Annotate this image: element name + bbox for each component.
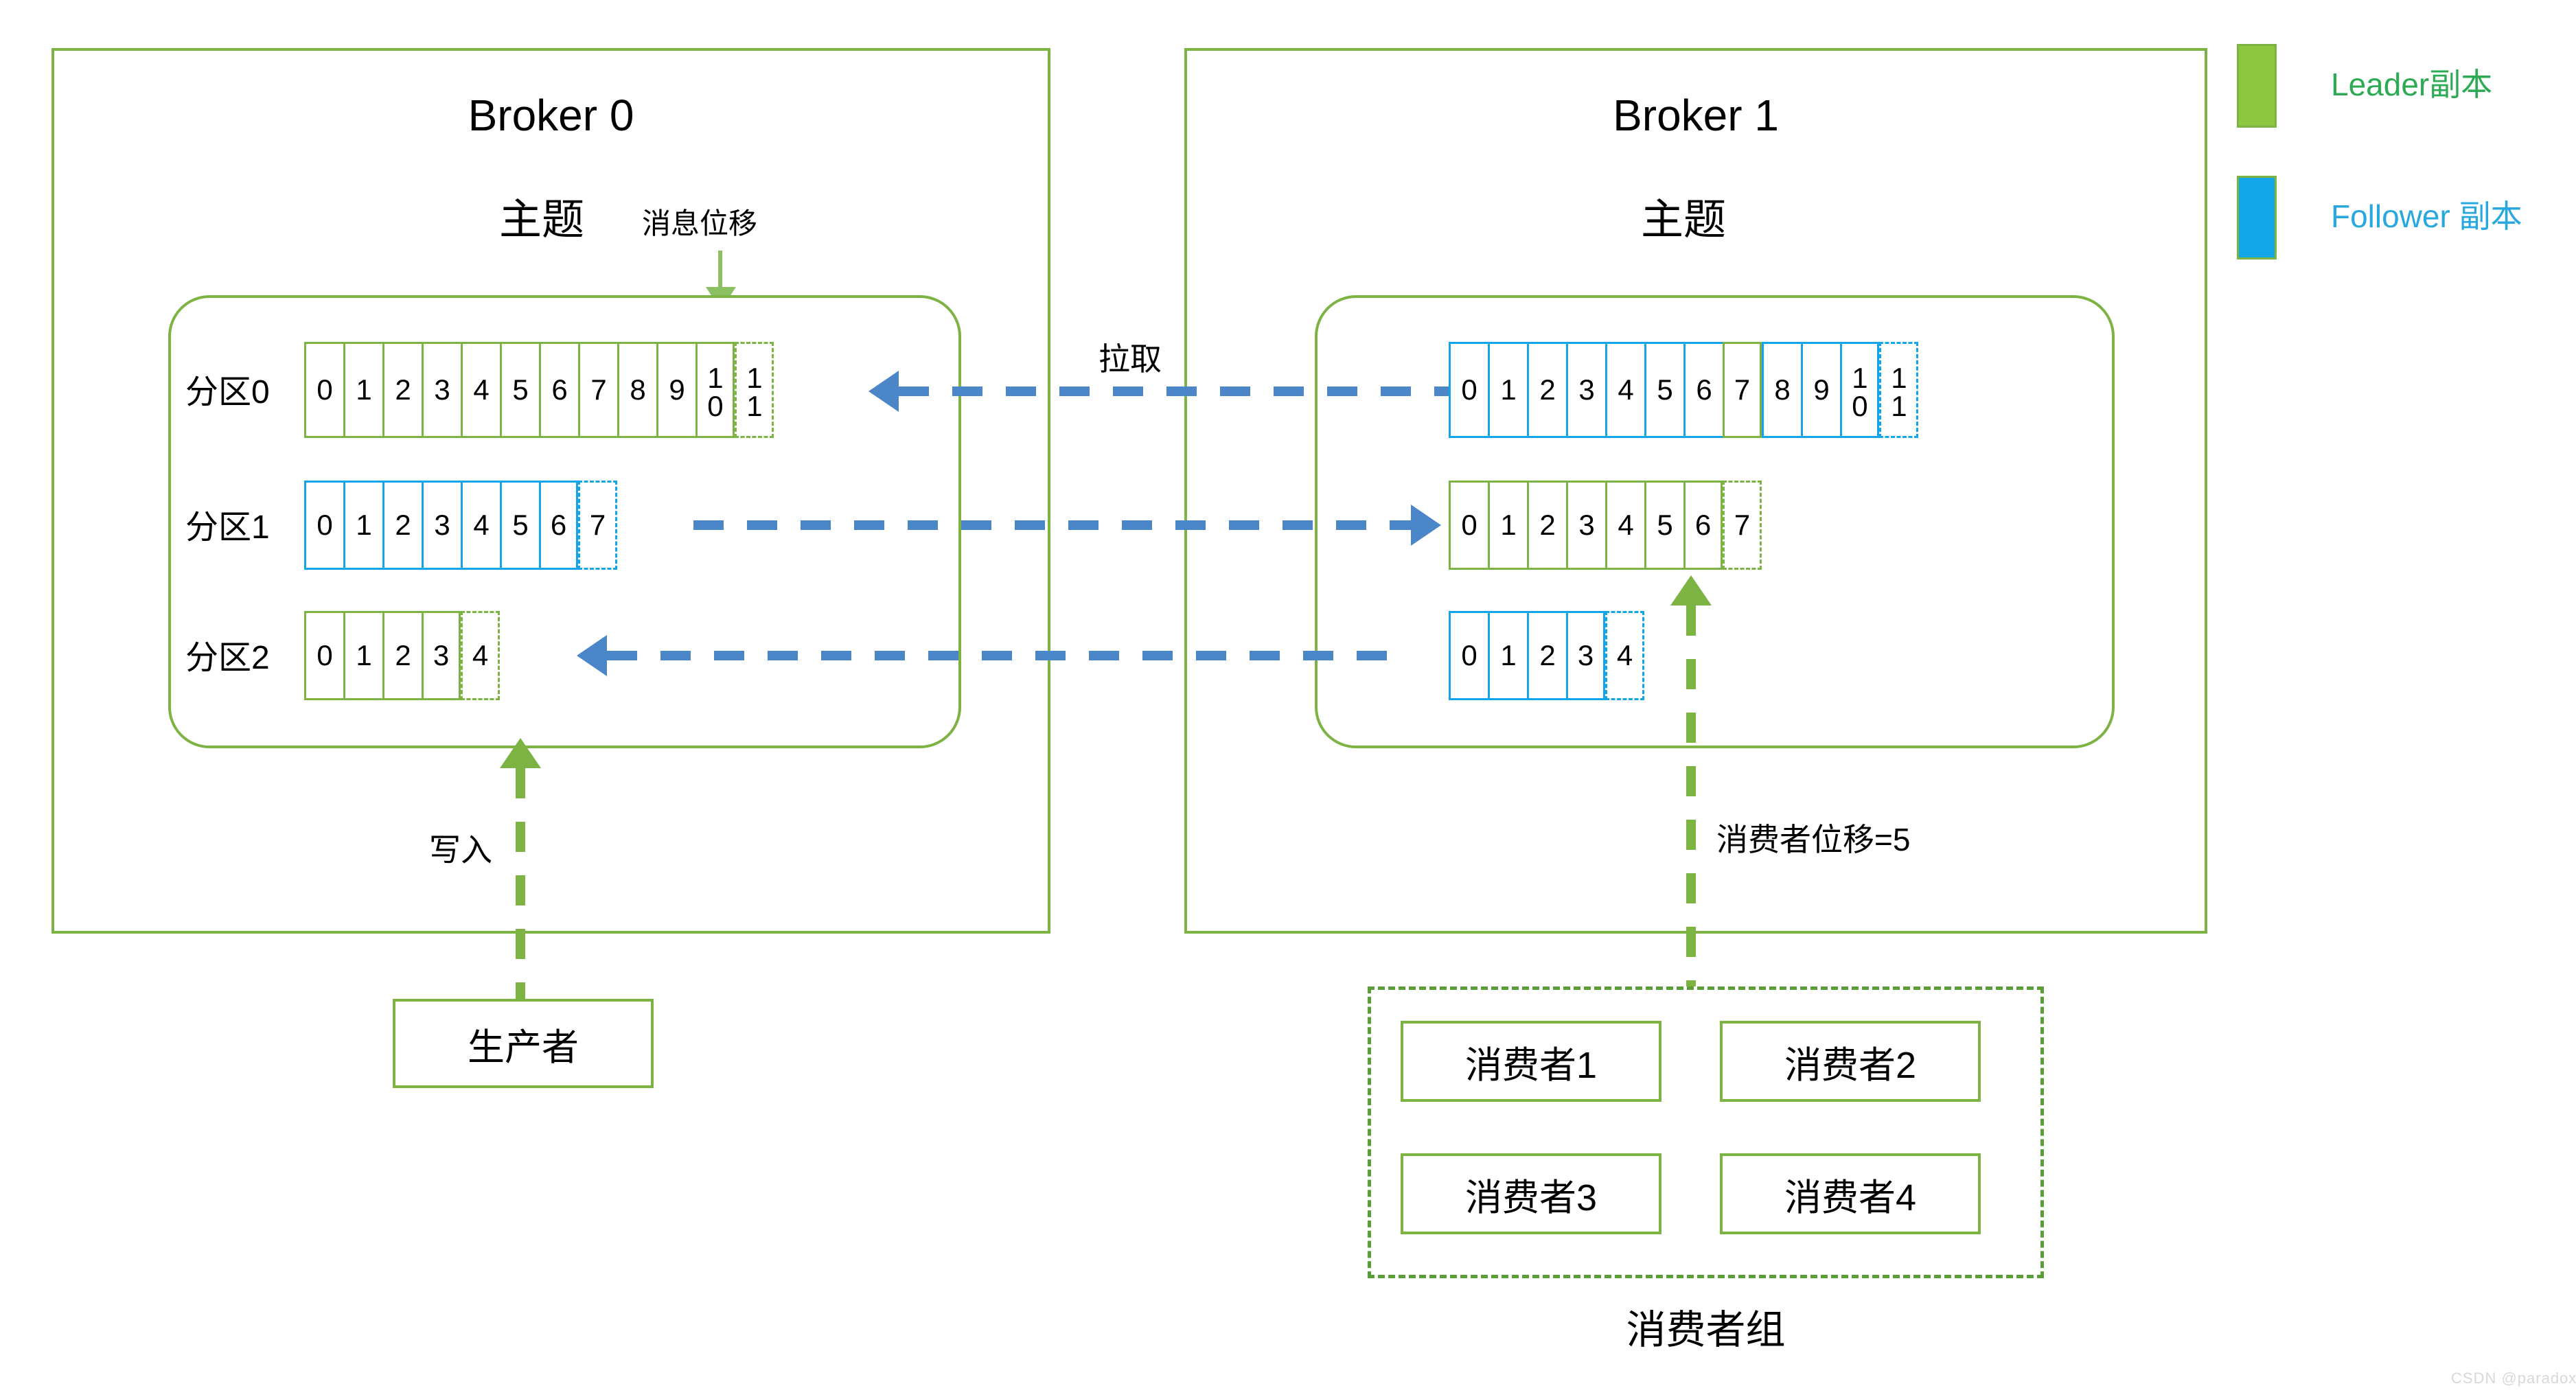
pull-arrow-line-p2 xyxy=(607,651,1410,660)
log-cell: 0 xyxy=(1449,481,1488,570)
consumer-group-caption: 消费者组 xyxy=(1626,1308,1786,1352)
consumer-offset-arrow-line xyxy=(1686,605,1696,986)
broker-0-title: Broker 0 xyxy=(468,91,634,140)
message-offset-pointer-line xyxy=(718,251,722,288)
log-cell: 6 xyxy=(1683,481,1723,570)
log-cell: 5 xyxy=(500,342,539,438)
log-cell-value: 10 xyxy=(1843,362,1876,418)
log-cell: 8 xyxy=(617,342,656,438)
broker-0-message-offset-label: 消息位移 xyxy=(642,207,758,240)
watermark: CSDN @paradoxxi xyxy=(2451,1370,2576,1387)
log-cell: 4 xyxy=(1605,481,1644,570)
broker-1-title: Broker 1 xyxy=(1613,91,1779,140)
log-cell: 3 xyxy=(422,611,461,700)
log-cell: 1 xyxy=(1488,342,1527,438)
log-cell: 5 xyxy=(1644,342,1683,438)
log-cell: 1 xyxy=(1488,481,1527,570)
log-cell: 7 xyxy=(578,342,617,438)
log-cell: 1 xyxy=(1488,611,1527,700)
log-cell: 2 xyxy=(382,611,422,700)
log-cell: 2 xyxy=(382,342,422,438)
log-cell: 6 xyxy=(539,481,578,570)
log-cell: 9 xyxy=(656,342,695,438)
log-cell-wrapped: 10 xyxy=(1840,342,1879,438)
log-cell: 4 xyxy=(1605,342,1644,438)
write-arrow-line xyxy=(516,768,525,1002)
pull-arrow-line-p0 xyxy=(899,386,1449,396)
log-cell: 1 xyxy=(343,611,382,700)
log-cell: 5 xyxy=(500,481,539,570)
consumer-offset-label: 消费者位移=5 xyxy=(1716,822,1911,857)
log-cell: 0 xyxy=(1449,342,1488,438)
log-cell-ghost: 4 xyxy=(1605,611,1644,700)
log-cell: 0 xyxy=(304,342,343,438)
broker-0-partition-0-label: 分区0 xyxy=(185,374,270,411)
log-cell: 6 xyxy=(539,342,578,438)
log-cell-wrapped: 10 xyxy=(695,342,735,438)
write-arrow-head xyxy=(500,738,541,768)
broker-0-topic-label: 主题 xyxy=(499,196,585,244)
log-cell-ghost-value: 11 xyxy=(738,362,771,418)
broker-1-partition-2-cells: 0 1 2 3 4 xyxy=(1449,611,1644,700)
log-cell: 4 xyxy=(461,481,500,570)
log-cell-highlighted: 7 xyxy=(1723,342,1762,438)
broker-0-partition-1-cells: 0 1 2 3 4 5 6 7 xyxy=(304,481,617,570)
broker-0-partition-0-cells: 0 1 2 3 4 5 6 7 8 9 10 11 xyxy=(304,342,774,438)
broker-1-partition-0-cells: 0 1 2 3 4 5 6 7 8 9 10 11 xyxy=(1449,342,1918,438)
broker-1-topic-label: 主题 xyxy=(1641,196,1727,244)
producer-box[interactable]: 生产者 xyxy=(393,999,654,1088)
pull-arrow-head-p0 xyxy=(869,371,899,412)
broker-1-partition-1-cells: 0 1 2 3 4 5 6 7 xyxy=(1449,481,1762,570)
log-cell-ghost: 4 xyxy=(461,611,500,700)
write-label: 写入 xyxy=(429,832,492,868)
log-cell: 2 xyxy=(382,481,422,570)
log-cell: 3 xyxy=(422,342,461,438)
legend-leader-label: Leader副本 xyxy=(2331,67,2493,102)
broker-0-partition-1-label: 分区1 xyxy=(185,509,270,546)
legend-follower-swatch xyxy=(2237,176,2277,259)
log-cell-ghost: 11 xyxy=(735,342,774,438)
pull-arrow-head-p2 xyxy=(577,635,607,676)
pull-arrow-line-p1 xyxy=(693,520,1411,530)
consumer-2-box[interactable]: 消费者2 xyxy=(1720,1021,1981,1102)
consumer-3-box[interactable]: 消费者3 xyxy=(1401,1153,1661,1234)
log-cell-ghost: 7 xyxy=(578,481,617,570)
pull-arrow-head-p1 xyxy=(1411,505,1441,546)
log-cell-ghost: 11 xyxy=(1879,342,1918,438)
log-cell: 2 xyxy=(1527,342,1566,438)
broker-0-partition-2-label: 分区2 xyxy=(185,640,270,676)
log-cell: 3 xyxy=(1566,481,1605,570)
log-cell: 9 xyxy=(1801,342,1840,438)
log-cell: 2 xyxy=(1527,611,1566,700)
log-cell-ghost: 7 xyxy=(1723,481,1762,570)
log-cell: 3 xyxy=(1566,342,1605,438)
diagram-canvas: Broker 0 主题 消息位移 分区0 0 1 2 3 4 5 6 7 8 9… xyxy=(0,0,2576,1397)
consumer-offset-arrow-head xyxy=(1670,575,1712,605)
log-cell: 1 xyxy=(343,481,382,570)
log-cell: 8 xyxy=(1762,342,1801,438)
log-cell: 3 xyxy=(422,481,461,570)
log-cell: 2 xyxy=(1527,481,1566,570)
pull-label: 拉取 xyxy=(1099,341,1162,377)
broker-0-partition-2-cells: 0 1 2 3 4 xyxy=(304,611,500,700)
log-cell: 0 xyxy=(1449,611,1488,700)
legend-follower-label: Follower 副本 xyxy=(2331,198,2522,234)
log-cell-value: 10 xyxy=(699,362,732,418)
log-cell: 0 xyxy=(304,481,343,570)
legend-leader-swatch xyxy=(2237,44,2277,128)
log-cell: 6 xyxy=(1683,342,1723,438)
log-cell: 0 xyxy=(304,611,343,700)
log-cell: 3 xyxy=(1566,611,1605,700)
consumer-4-box[interactable]: 消费者4 xyxy=(1720,1153,1981,1234)
log-cell-ghost-value: 11 xyxy=(1883,362,1916,418)
log-cell: 5 xyxy=(1644,481,1683,570)
log-cell: 4 xyxy=(461,342,500,438)
consumer-1-box[interactable]: 消费者1 xyxy=(1401,1021,1661,1102)
log-cell: 1 xyxy=(343,342,382,438)
